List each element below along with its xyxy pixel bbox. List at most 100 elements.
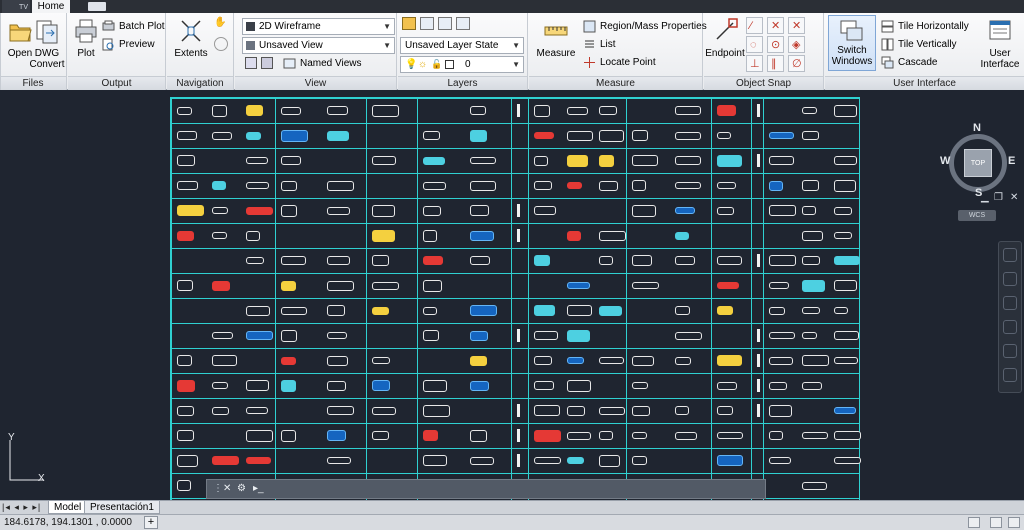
vehicle-block (281, 129, 308, 142)
vehicle-block (834, 280, 858, 291)
block-marker (517, 454, 520, 467)
snap-mode-icon[interactable]: + (144, 516, 158, 529)
vehicle-block (246, 429, 274, 442)
compass-west[interactable]: W (940, 155, 950, 167)
view-manager-icon[interactable] (261, 57, 273, 69)
measure-button[interactable]: Measure (533, 15, 579, 73)
preview-button[interactable]: Preview (100, 36, 155, 53)
zoom-icon[interactable] (1003, 296, 1017, 310)
fullscreen-icon[interactable] (1008, 517, 1020, 528)
layer-properties-icon[interactable] (402, 17, 416, 30)
vehicle-block (534, 356, 552, 365)
ruler-icon (544, 26, 568, 36)
vehicle-block (423, 306, 437, 315)
command-line-handle-icon[interactable]: ⋮ (213, 483, 223, 494)
application-menu-button[interactable]: TV (2, 0, 30, 13)
pan-icon[interactable] (1003, 272, 1017, 286)
snap-intersection-icon[interactable]: ✕ (767, 17, 784, 34)
vehicle-block (211, 456, 239, 465)
snap-apparent-icon[interactable]: ✕ (788, 17, 805, 34)
vehicle-block (801, 230, 823, 241)
named-views-button[interactable]: Named Views (281, 55, 362, 72)
block-marker (517, 229, 520, 242)
layer-color-swatch (445, 60, 454, 69)
user-interface-button[interactable]: User Interface (978, 15, 1022, 73)
switch-windows-button[interactable]: Switch Windows (828, 15, 876, 71)
snap-midpoint-icon[interactable]: ∕ (746, 17, 763, 34)
grid-line (171, 323, 859, 324)
grid-line (171, 98, 859, 99)
tab-home[interactable]: Home (32, 0, 70, 13)
tab-model[interactable]: Model (48, 501, 88, 514)
layer-match-icon[interactable] (438, 17, 452, 30)
locate-point-button[interactable]: Locate Point (581, 54, 656, 71)
compass-north[interactable]: N (973, 122, 981, 134)
tile-horizontally-button[interactable]: Tile Horizontally (879, 18, 969, 35)
tab-layout1[interactable]: Presentación1 (84, 501, 160, 514)
drawing-area[interactable]: ▁ ❐ ✕ TOP N S E W WCS Y X ⋮ ✕ ⚙ ▸_ (0, 91, 1024, 500)
snap-extension-icon[interactable]: ◌ (746, 36, 763, 53)
command-close-icon[interactable]: ✕ (223, 483, 231, 494)
vehicle-block (599, 154, 615, 167)
extents-button[interactable]: Extents (171, 15, 211, 73)
visual-style-dropdown[interactable]: 2D Wireframe ▼ (242, 18, 395, 35)
command-line[interactable]: ⋮ ✕ ⚙ ▸_ (206, 479, 766, 499)
layer-previous-icon[interactable] (456, 17, 470, 30)
layer-state-icon[interactable] (420, 17, 434, 30)
snap-none-icon[interactable]: ∅ (788, 55, 805, 72)
command-settings-icon[interactable]: ⚙ (237, 483, 246, 494)
cascade-button[interactable]: Cascade (879, 54, 937, 71)
region-mass-properties-button[interactable]: Region/Mass Properties (581, 18, 707, 35)
command-prompt-icon[interactable]: ▸_ (253, 483, 264, 494)
list-button[interactable]: List (581, 36, 616, 53)
vehicle-block (834, 232, 853, 239)
vehicle-block (470, 230, 494, 241)
layer-state-dropdown[interactable]: Unsaved Layer State ▼ (400, 37, 524, 54)
vehicle-block (177, 106, 192, 115)
dwg-convert-button[interactable]: DWG Convert (28, 15, 66, 73)
snap-perpendicular-icon[interactable]: ⊥ (746, 55, 763, 72)
status-toggle-icon[interactable] (968, 517, 980, 528)
vehicle-block (423, 379, 447, 392)
tile-vertically-button[interactable]: Tile Vertically (879, 36, 957, 53)
vehicle-block (632, 382, 648, 389)
viewcube-top-face[interactable]: TOP (964, 149, 992, 177)
panel-title-layers: Layers (398, 76, 527, 90)
view-cube-toggle-icon[interactable] (245, 57, 257, 69)
batch-plot-label: Batch Plot (119, 21, 165, 32)
orbit-nav-icon[interactable] (1003, 320, 1017, 334)
vehicle-block (632, 282, 659, 289)
layout-nav-arrows[interactable]: |◂ ◂ ▸ ▸| (2, 502, 41, 513)
tab-options-icon[interactable] (88, 2, 106, 11)
vehicle-block (534, 429, 561, 442)
vehicle-block (177, 430, 194, 441)
workspace-icon[interactable] (990, 517, 1002, 528)
snap-quadrant-icon[interactable]: ◈ (788, 36, 805, 53)
saved-view-dropdown[interactable]: Unsaved View ▼ (242, 37, 395, 54)
steering-wheel-icon[interactable] (1003, 248, 1017, 262)
snap-center-icon[interactable]: ⊙ (767, 36, 784, 53)
showmotion-icon[interactable] (1003, 344, 1017, 358)
grid-line (171, 423, 859, 424)
grid-line (171, 298, 859, 299)
wcs-menu[interactable]: WCS (958, 210, 996, 221)
plot-button[interactable]: Plot (68, 15, 104, 73)
grid-line (751, 98, 752, 500)
compass-south[interactable]: S (975, 187, 982, 199)
vehicle-block (372, 431, 389, 440)
viewcube[interactable]: TOP N S E W (940, 122, 1016, 201)
endpoint-button[interactable]: Endpoint (704, 15, 746, 73)
orbit-icon[interactable] (214, 37, 228, 51)
list-icon (585, 40, 594, 48)
navbar-menu-icon[interactable] (1003, 368, 1017, 382)
vehicle-block (534, 331, 558, 340)
compass-east[interactable]: E (1008, 155, 1015, 167)
pan-hand-icon[interactable]: ✋ (214, 17, 228, 31)
vehicle-block (566, 379, 591, 392)
snap-parallel-icon[interactable]: ∥ (767, 55, 784, 72)
batch-plot-button[interactable]: Batch Plot (100, 18, 165, 35)
current-layer-dropdown[interactable]: 💡 ☼ 🔓 0 ▼ (400, 56, 524, 73)
vehicle-block (801, 481, 827, 490)
vehicle-block (372, 229, 395, 242)
grid-line (171, 448, 859, 449)
